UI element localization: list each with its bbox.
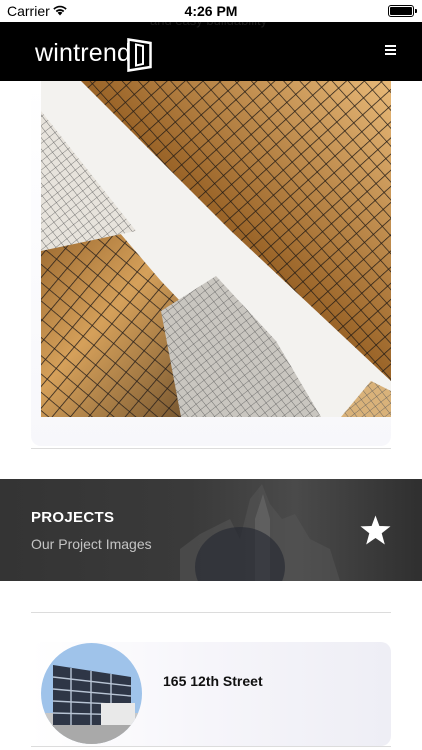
status-time: 4:26 PM — [184, 3, 238, 19]
project-thumbnail-image — [41, 643, 142, 744]
brand-logo-icon — [127, 38, 152, 72]
section-divider — [31, 448, 391, 449]
hamburger-menu-icon[interactable] — [385, 45, 396, 55]
battery-icon — [388, 5, 417, 17]
hero-building-image — [41, 81, 391, 417]
projects-title: PROJECTS — [31, 509, 115, 526]
section-divider — [31, 612, 391, 613]
projects-subtitle: Our Project Images — [31, 536, 152, 552]
section-divider — [31, 746, 391, 747]
brand-name[interactable]: wintrend — [35, 39, 131, 68]
project-name: 165 12th Street — [163, 673, 263, 689]
top-navigation-bar: wintrend — [0, 21, 422, 81]
star-icon[interactable] — [359, 515, 392, 546]
status-bar: Carrier 4:26 PM — [0, 0, 422, 22]
